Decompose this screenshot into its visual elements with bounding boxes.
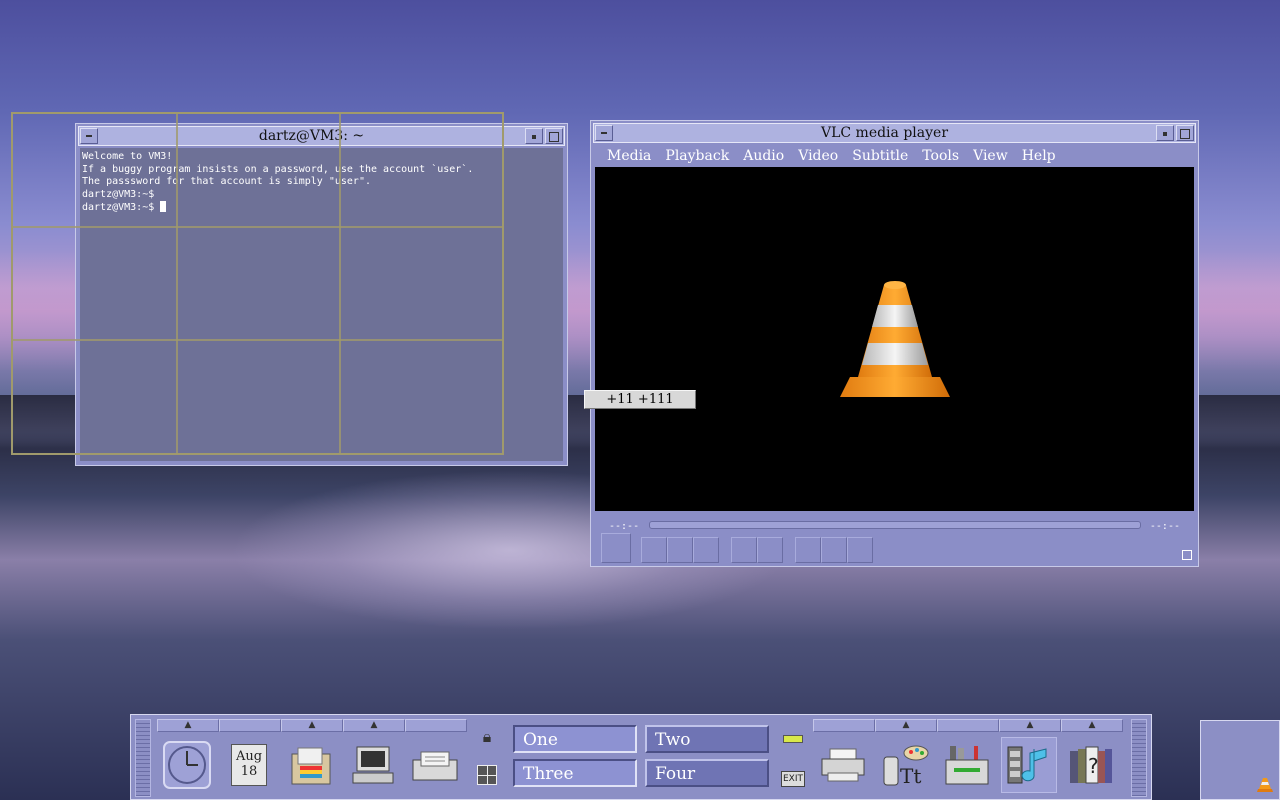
vlc-title: VLC media player	[820, 125, 949, 141]
time-total: --:--	[1149, 521, 1180, 532]
calendar-day: 18	[240, 764, 258, 779]
subpanel-arrow-mail[interactable]	[405, 719, 467, 732]
panel-right-handle[interactable]	[1131, 719, 1147, 797]
outline-gridline	[13, 226, 502, 228]
maximize-button[interactable]	[545, 128, 563, 144]
outline-gridline	[13, 339, 502, 341]
subpanel-arrows-right: ▲ ▲ ▲	[813, 719, 1123, 733]
svg-text:?: ?	[1088, 754, 1099, 778]
file-manager-icon[interactable]	[283, 737, 339, 793]
minimize-button[interactable]	[1156, 125, 1174, 141]
menu-media[interactable]: Media	[607, 148, 651, 164]
time-elapsed: --:--	[609, 521, 640, 532]
move-outline	[11, 112, 504, 455]
vlc-menubar: Media Playback Audio Video Subtitle Tool…	[595, 145, 1194, 167]
extended-settings-button[interactable]	[757, 537, 783, 563]
resize-grip-icon[interactable]	[1182, 550, 1192, 560]
subpanel-arrow-media[interactable]: ▲	[999, 719, 1061, 732]
calendar-month: Aug	[235, 749, 263, 764]
fullscreen-button[interactable]	[731, 537, 757, 563]
subpanel-arrow-apps[interactable]	[937, 719, 999, 732]
subpanel-arrow-style[interactable]: ▲	[875, 719, 937, 732]
play-button[interactable]	[601, 533, 631, 563]
terminal-launcher-icon[interactable]	[345, 737, 401, 793]
media-player-icon[interactable]	[1001, 737, 1057, 793]
minimized-vlc-icon-box[interactable]	[1200, 720, 1280, 800]
menu-subtitle[interactable]: Subtitle	[852, 148, 908, 164]
activity-light-icon	[783, 735, 803, 743]
calendar-icon[interactable]: Aug 18	[221, 737, 277, 793]
help-manager-icon[interactable]: ?	[1063, 737, 1119, 793]
loop-button[interactable]	[821, 537, 847, 563]
menu-tools[interactable]: Tools	[922, 148, 959, 164]
workspace-one-button[interactable]: One	[513, 725, 637, 753]
playlist-button[interactable]	[795, 537, 821, 563]
subpanel-arrow-printer[interactable]	[813, 719, 875, 732]
clock-icon[interactable]	[159, 737, 215, 793]
mail-icon[interactable]	[407, 737, 463, 793]
menu-audio[interactable]: Audio	[743, 148, 784, 164]
window-menu-button[interactable]	[595, 125, 613, 141]
random-button[interactable]	[847, 537, 873, 563]
exit-button[interactable]: EXIT	[781, 771, 805, 787]
workspace-three-button[interactable]: Three	[513, 759, 637, 787]
style-manager-icon[interactable]: Tt	[877, 737, 933, 793]
outline-gridline	[176, 114, 178, 453]
vlc-cone-icon	[1257, 778, 1273, 792]
blank-screen-icon[interactable]	[477, 765, 497, 785]
vlc-window[interactable]: VLC media player Media Playback Audio Vi…	[590, 120, 1199, 567]
stop-button[interactable]	[667, 537, 693, 563]
subpanel-arrow-calendar[interactable]	[219, 719, 281, 732]
lock-icon[interactable]: 🔒︎	[477, 727, 497, 747]
vlc-titlebar[interactable]: VLC media player	[593, 123, 1196, 143]
subpanel-arrow-clock[interactable]: ▲	[157, 719, 219, 732]
workspace-two-button[interactable]: Two	[645, 725, 769, 753]
subpanel-arrows-left: ▲ ▲ ▲	[157, 719, 467, 733]
workspace-four-button[interactable]: Four	[645, 759, 769, 787]
menu-help[interactable]: Help	[1022, 148, 1056, 164]
previous-button[interactable]	[641, 537, 667, 563]
application-manager-icon[interactable]	[939, 737, 995, 793]
video-area[interactable]	[595, 167, 1194, 511]
front-panel: ▲ ▲ ▲ ▲ ▲ ▲ Aug 18 🔒︎ One Two Three Four…	[130, 714, 1152, 800]
outline-gridline	[339, 114, 341, 453]
vlc-controls: --:-- --:--	[595, 513, 1194, 563]
next-button[interactable]	[693, 537, 719, 563]
subpanel-arrow-files[interactable]: ▲	[281, 719, 343, 732]
menu-playback[interactable]: Playback	[665, 148, 729, 164]
seek-bar[interactable]	[649, 521, 1141, 529]
printer-icon[interactable]	[815, 737, 871, 793]
maximize-button[interactable]	[1176, 125, 1194, 141]
subpanel-arrow-help[interactable]: ▲	[1061, 719, 1123, 732]
svg-text:Tt: Tt	[900, 764, 921, 787]
minimize-button[interactable]	[525, 128, 543, 144]
subpanel-arrow-terminal[interactable]: ▲	[343, 719, 405, 732]
menu-view[interactable]: View	[973, 148, 1008, 164]
vlc-cone-icon	[840, 281, 950, 397]
panel-left-handle[interactable]	[135, 719, 151, 797]
menu-video[interactable]: Video	[798, 148, 838, 164]
geometry-readout: +11 +111	[584, 390, 696, 409]
